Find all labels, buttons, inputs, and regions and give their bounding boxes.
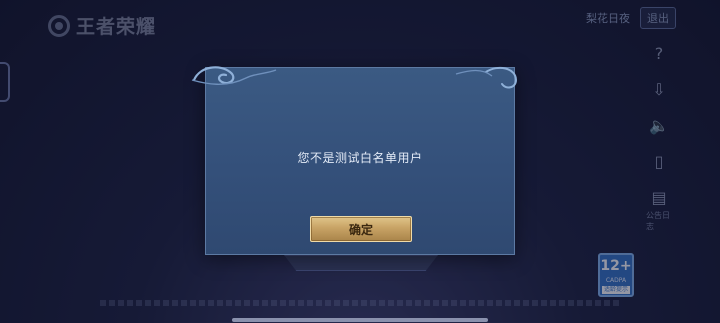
logo-mark-icon — [48, 14, 70, 37]
question-icon[interactable]: ? — [648, 42, 670, 64]
age-rating-caption: 适龄提示 — [602, 286, 630, 294]
home-indicator[interactable] — [232, 318, 488, 322]
left-edge-tab[interactable] — [0, 62, 10, 102]
age-rating-badge: 12+ CADPA 适龄提示 — [598, 253, 634, 297]
age-rating: 12+ — [600, 258, 632, 274]
header-link[interactable]: 梨花日夜 — [586, 10, 630, 26]
phone-icon[interactable]: ▯ — [648, 150, 670, 172]
logo-text: 王者荣耀 — [76, 16, 157, 38]
confirm-button[interactable]: 确定 — [310, 216, 412, 242]
footer-disclaimer — [100, 300, 620, 306]
dialog-message: 您不是测试白名单用户 — [297, 151, 423, 165]
age-rating-org: CADPA — [605, 277, 627, 284]
notice-icon[interactable]: ▤ — [648, 186, 670, 208]
game-logo: 王者荣耀 — [48, 12, 156, 39]
notice-label: 公告日志 — [646, 211, 670, 231]
speaker-icon[interactable]: 🔈 — [648, 114, 670, 136]
download-icon[interactable]: ⇩ — [648, 78, 670, 100]
alert-dialog: 您不是测试白名单用户 确定 — [205, 67, 515, 255]
top-right-controls: 梨花日夜 退出 — [586, 7, 676, 29]
side-toolbar: ? ⇩ 🔈 ▯ ▤ 公告日志 — [646, 42, 672, 232]
logout-button[interactable]: 退出 — [640, 7, 676, 29]
background-panel — [284, 255, 438, 271]
